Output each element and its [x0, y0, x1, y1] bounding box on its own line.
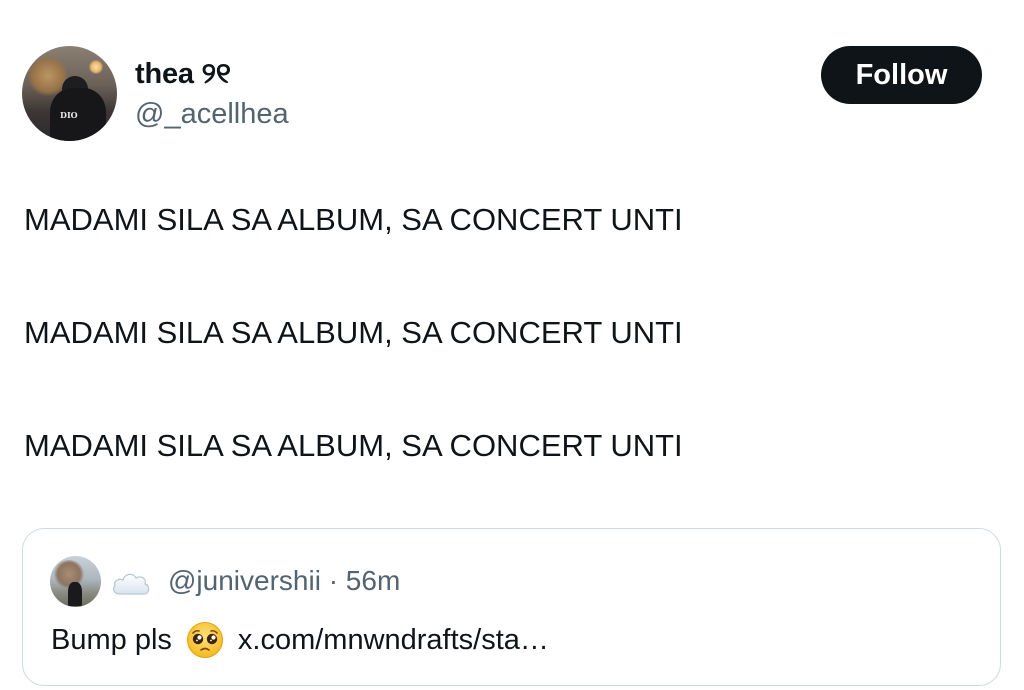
quoted-author-avatar[interactable] — [50, 556, 101, 607]
cloud-icon — [113, 573, 150, 595]
pleading-face-icon — [186, 622, 223, 658]
author-display-name[interactable]: thea ୨୧ — [135, 58, 231, 91]
quoted-text-before: Bump pls — [51, 623, 172, 656]
quoted-tweet-text: Bump pls x.com/mnwndrafts/sta… — [51, 621, 549, 659]
follow-button[interactable]: Follow — [821, 46, 982, 104]
avatar-brand-text: DIO — [60, 110, 78, 120]
quoted-tweet-card[interactable]: @junivershii · 56m Bump pls x.com/mnwndr… — [22, 528, 1001, 686]
tweet-line: MADAMI SILA SA ALBUM, SA CONCERT UNTI — [24, 202, 683, 237]
author-avatar[interactable]: DIO — [22, 46, 117, 141]
tweet-line: MADAMI SILA SA ALBUM, SA CONCERT UNTI — [24, 428, 683, 463]
tweet-header: DIO thea ୨୧ @_acellhea Follow — [22, 46, 982, 142]
tweet-text: MADAMI SILA SA ALBUM, SA CONCERT UNTI MA… — [24, 200, 984, 466]
author-handle[interactable]: @_acellhea — [135, 98, 289, 131]
avatar-light — [89, 60, 103, 74]
avatar-person — [50, 88, 106, 141]
tweet-line: MADAMI SILA SA ALBUM, SA CONCERT UNTI — [24, 315, 683, 350]
quoted-handle-time[interactable]: @junivershii · 56m — [168, 565, 400, 597]
quoted-avatar-person — [68, 582, 82, 606]
quoted-link[interactable]: x.com/mnwndrafts/sta… — [238, 624, 549, 657]
tweet-page: DIO thea ୨୧ @_acellhea Follow MADAMI SIL… — [0, 0, 1024, 690]
